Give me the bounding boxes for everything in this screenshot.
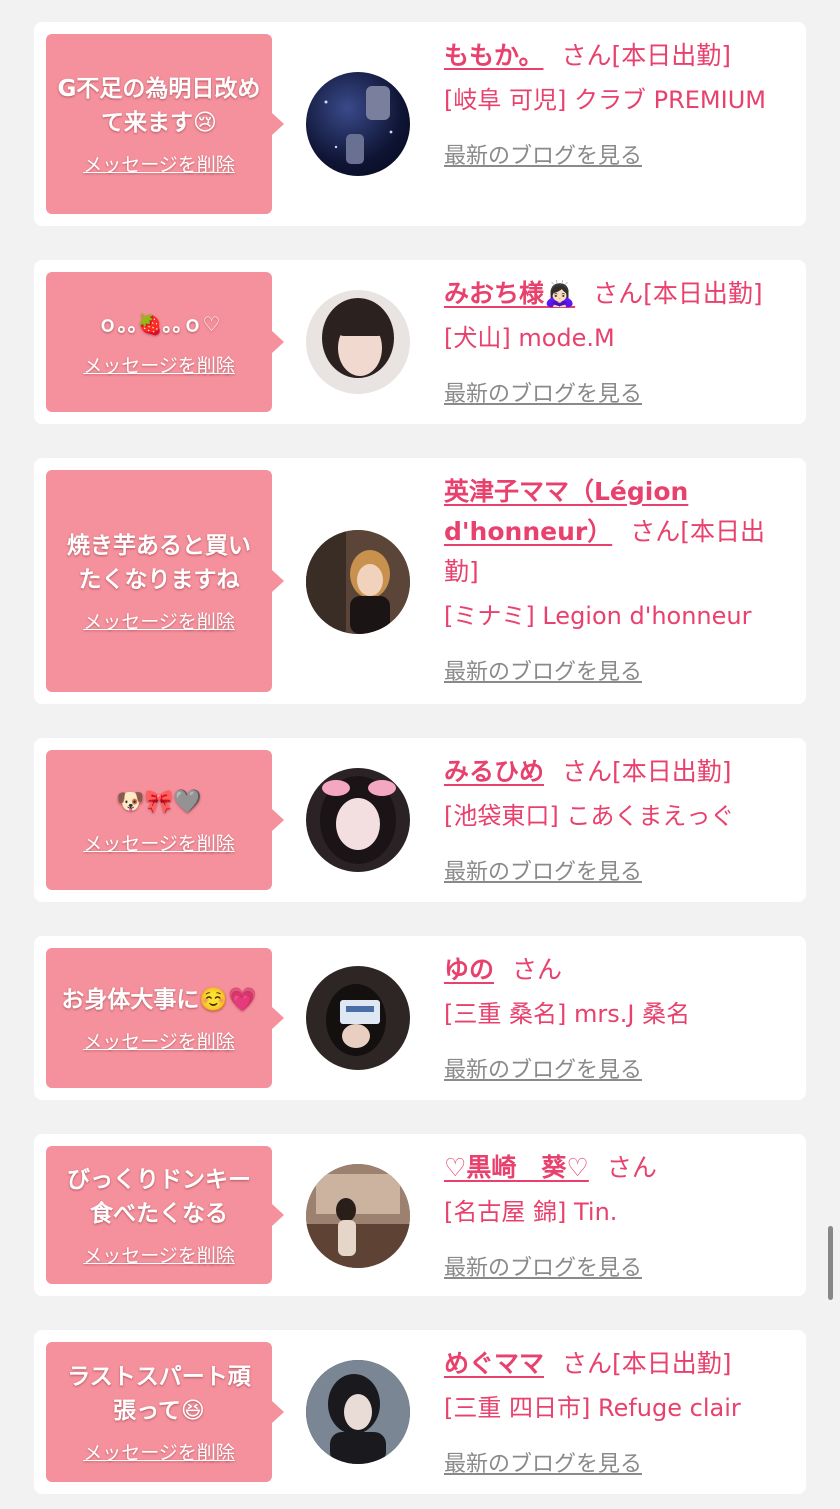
delete-message-link[interactable]: メッセージを削除 [83,1438,235,1465]
delete-message-link[interactable]: メッセージを削除 [83,351,235,378]
avatar[interactable] [306,1164,410,1268]
message-bubble: 🐶🎀🩶 メッセージを削除 [46,750,284,890]
message-bubble: 焼き芋あると買いたくなりますね メッセージを削除 [46,470,284,692]
avatar-image [320,776,396,864]
message-card: 焼き芋あると買いたくなりますね メッセージを削除 英津子ママ（Légion d'… [34,458,806,704]
message-bubble: G不足の為明日改めて来ます😢 メッセージを削除 [46,34,284,214]
honorific-status: さん[本日出勤] [561,41,732,70]
message-card: お身体大事に☺️💗 メッセージを削除 ゆの さん [三重 桑名] mrs.J 桑名… [34,936,806,1100]
honorific-status: さん[本日出勤] [562,757,732,786]
honorific-status: さん[本日出勤] [593,279,763,308]
shop-name: [三重 桑名] mrs.J 桑名 [444,1000,691,1028]
scrollbar[interactable] [828,1226,833,1300]
avatar-image [306,1360,410,1464]
avatar[interactable] [306,530,410,634]
avatar-image [306,530,410,634]
latest-blog-link[interactable]: 最新のブログを見る [444,1250,794,1282]
avatar-image [326,984,386,1056]
cast-info: 英津子ママ（Légion d'honneur） さん[本日出勤] [ミナミ] Le… [444,472,794,686]
message-card: G不足の為明日改めて来ます😢 メッセージを削除 ももか。 さん[本日出勤] [岐阜… [34,22,806,226]
latest-blog-link[interactable]: 最新のブログを見る [444,1052,794,1084]
message-text: 🐶🎀🩶 [116,788,202,815]
shop-name: [池袋東口] こあくまえっぐ [444,802,735,830]
message-text: ラストスパート頑張って😆 [67,1363,251,1424]
honorific-status: さん[本日出勤] [562,1349,732,1378]
avatar[interactable] [306,966,410,1070]
message-card: ｏ｡｡🍓｡｡ｏ♡ メッセージを削除 みおち様🙇🏻‍♀️ さん[本日出勤] [犬山]… [34,260,806,424]
avatar-image [306,1164,410,1268]
message-bubble: びっくりドンキー食べたくなる メッセージを削除 [46,1146,284,1284]
cast-name-link[interactable]: ♡黒崎 葵♡ [444,1153,589,1182]
cast-name-link[interactable]: みおち様🙇🏻‍♀️ [444,279,575,308]
message-card: 🐶🎀🩶 メッセージを削除 みるひめ さん[本日出勤] [池袋東口] こあくまえっぐ… [34,738,806,902]
message-bubble: お身体大事に☺️💗 メッセージを削除 [46,948,284,1088]
latest-blog-link[interactable]: 最新のブログを見る [444,1446,794,1478]
delete-message-link[interactable]: メッセージを削除 [83,150,235,177]
shop-name: [岐阜 可児] クラブ PREMIUM [444,86,766,114]
message-bubble: ラストスパート頑張って😆 メッセージを削除 [46,1342,284,1482]
avatar[interactable] [306,768,410,872]
message-text: G不足の為明日改めて来ます😢 [57,75,261,136]
shop-name: [ミナミ] Legion d'honneur [444,602,752,630]
avatar-image [324,86,393,164]
cast-info: みおち様🙇🏻‍♀️ さん[本日出勤] [犬山] mode.M 最新のブログを見る [444,274,794,408]
message-bubble: ｏ｡｡🍓｡｡ｏ♡ メッセージを削除 [46,272,284,412]
cast-info: みるひめ さん[本日出勤] [池袋東口] こあくまえっぐ 最新のブログを見る [444,752,794,886]
delete-message-link[interactable]: メッセージを削除 [83,1241,235,1268]
avatar[interactable] [306,1360,410,1464]
shop-name: [名古屋 錦] Tin. [444,1198,618,1226]
cast-info: ♡黒崎 葵♡ さん [名古屋 錦] Tin. 最新のブログを見る [444,1148,794,1282]
avatar-image [322,298,394,378]
cast-info: めぐママ さん[本日出勤] [三重 四日市] Refuge clair 最新のブロ… [444,1344,794,1478]
shop-name: [犬山] mode.M [444,324,615,352]
cast-name-link[interactable]: めぐママ [444,1349,544,1378]
shop-name: [三重 四日市] Refuge clair [444,1394,741,1422]
honorific-status: さん [512,955,563,984]
latest-blog-link[interactable]: 最新のブログを見る [444,654,794,686]
cast-name-link[interactable]: ももか。 [444,41,544,70]
avatar[interactable] [306,72,410,176]
message-card: びっくりドンキー食べたくなる メッセージを削除 ♡黒崎 葵♡ さん [名古屋 錦]… [34,1134,806,1296]
delete-message-link[interactable]: メッセージを削除 [83,829,235,856]
cast-info: ももか。 さん[本日出勤] [岐阜 可児] クラブ PREMIUM 最新のブログを… [444,36,794,170]
delete-message-link[interactable]: メッセージを削除 [83,607,235,634]
avatar[interactable] [306,290,410,394]
message-text: 焼き芋あると買いたくなりますね [67,532,251,593]
cast-name-link[interactable]: ゆの [444,955,494,984]
cast-info: ゆの さん [三重 桑名] mrs.J 桑名 最新のブログを見る [444,950,794,1084]
message-text: ｏ｡｡🍓｡｡ｏ♡ [97,311,221,336]
cast-name-link[interactable]: みるひめ [444,757,544,786]
message-card: ラストスパート頑張って😆 メッセージを削除 めぐママ さん[本日出勤] [三重 四… [34,1330,806,1494]
honorific-status: さん [606,1153,657,1182]
delete-message-link[interactable]: メッセージを削除 [83,1027,235,1054]
latest-blog-link[interactable]: 最新のブログを見る [444,138,794,170]
latest-blog-link[interactable]: 最新のブログを見る [444,854,794,886]
message-text: お身体大事に☺️💗 [61,986,257,1013]
message-text: びっくりドンキー食べたくなる [67,1166,251,1227]
latest-blog-link[interactable]: 最新のブログを見る [444,376,794,408]
